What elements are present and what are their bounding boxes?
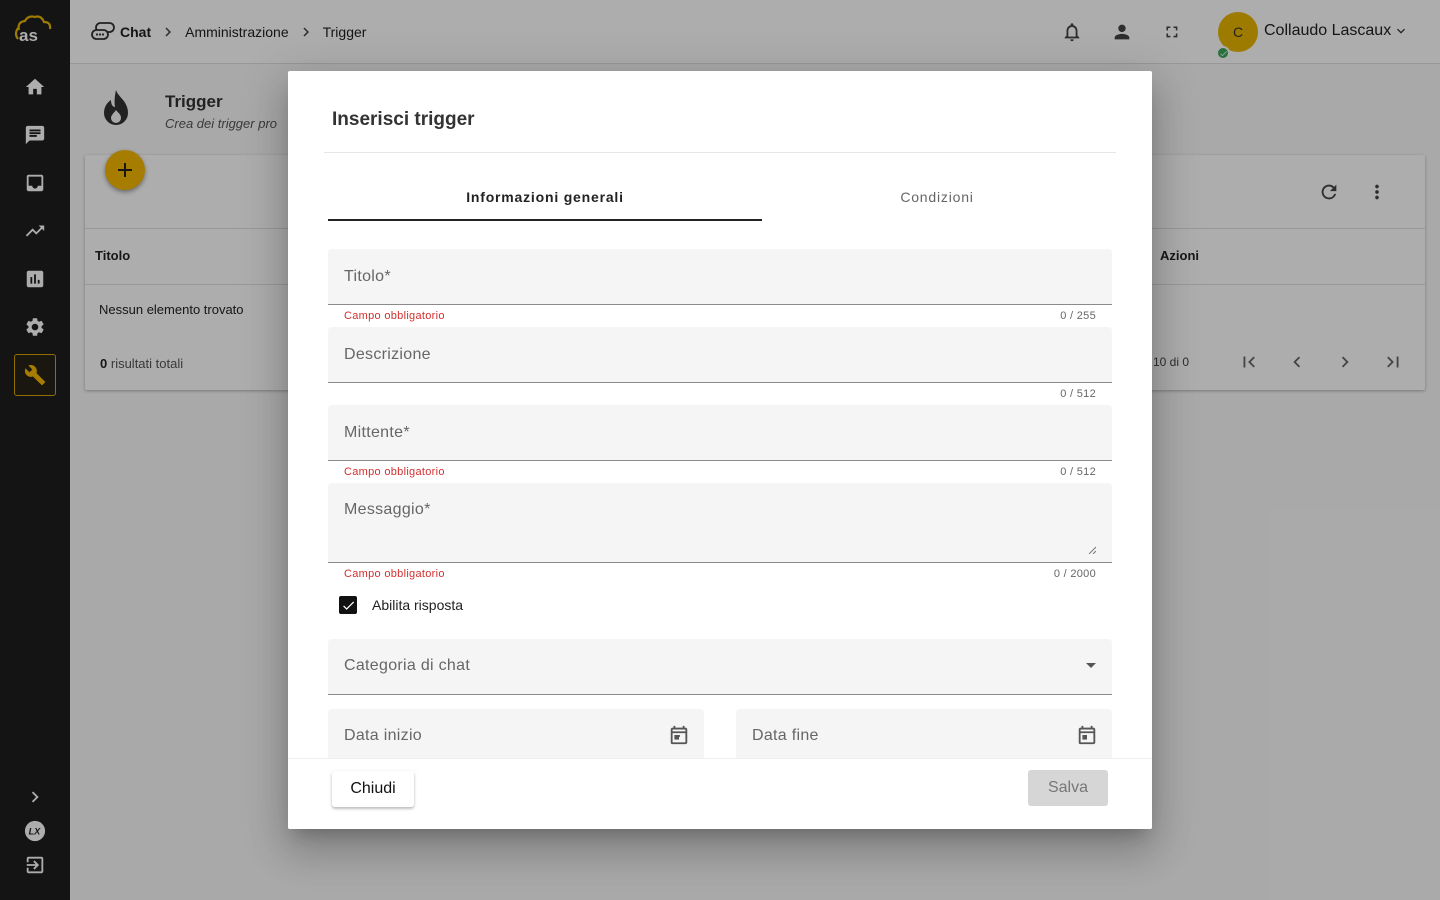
titolo-field: [328, 249, 1112, 305]
messaggio-counter: 0 / 2000: [1053, 568, 1096, 580]
descrizione-counter: 0 / 512: [1060, 388, 1096, 400]
mittente-input[interactable]: [328, 405, 1112, 460]
descrizione-field: [328, 327, 1112, 383]
tab-condizioni[interactable]: Condizioni: [762, 179, 1112, 221]
calendar-icon[interactable]: [1076, 724, 1098, 746]
dialog-divider: [324, 152, 1116, 153]
mittente-counter: 0 / 512: [1060, 466, 1096, 478]
mittente-field: [328, 405, 1112, 461]
messaggio-field: [328, 483, 1112, 563]
mittente-error: Campo obbligatorio: [344, 466, 445, 478]
dialog-footer: Chiudi Salva: [288, 758, 1152, 829]
abilita-risposta-checkbox[interactable]: [339, 596, 357, 614]
data-inizio-label: Data inizio: [344, 727, 423, 744]
abilita-risposta-checkbox-row[interactable]: Abilita risposta: [339, 596, 463, 614]
messaggio-error: Campo obbligatorio: [344, 568, 445, 580]
categoria-chat-label: Categoria di chat: [344, 657, 471, 674]
dropdown-arrow-icon: [1086, 663, 1096, 668]
messaggio-textarea[interactable]: [328, 483, 1112, 562]
titolo-input[interactable]: [328, 249, 1112, 304]
insert-trigger-dialog: Inserisci trigger Informazioni generali …: [288, 71, 1152, 829]
titolo-counter: 0 / 255: [1060, 310, 1096, 322]
dialog-title: Inserisci trigger: [332, 109, 475, 130]
data-fine-label: Data fine: [752, 727, 819, 744]
check-icon: [342, 600, 354, 610]
categoria-chat-select[interactable]: Categoria di chat: [328, 639, 1112, 695]
close-button[interactable]: Chiudi: [332, 771, 414, 807]
save-button[interactable]: Salva: [1028, 770, 1108, 806]
abilita-risposta-label: Abilita risposta: [372, 597, 464, 613]
tab-informazioni-generali[interactable]: Informazioni generali: [328, 179, 762, 221]
resize-grip-icon[interactable]: [1088, 546, 1096, 554]
descrizione-input[interactable]: [328, 327, 1112, 382]
titolo-error: Campo obbligatorio: [344, 310, 445, 322]
calendar-icon[interactable]: [668, 724, 690, 746]
